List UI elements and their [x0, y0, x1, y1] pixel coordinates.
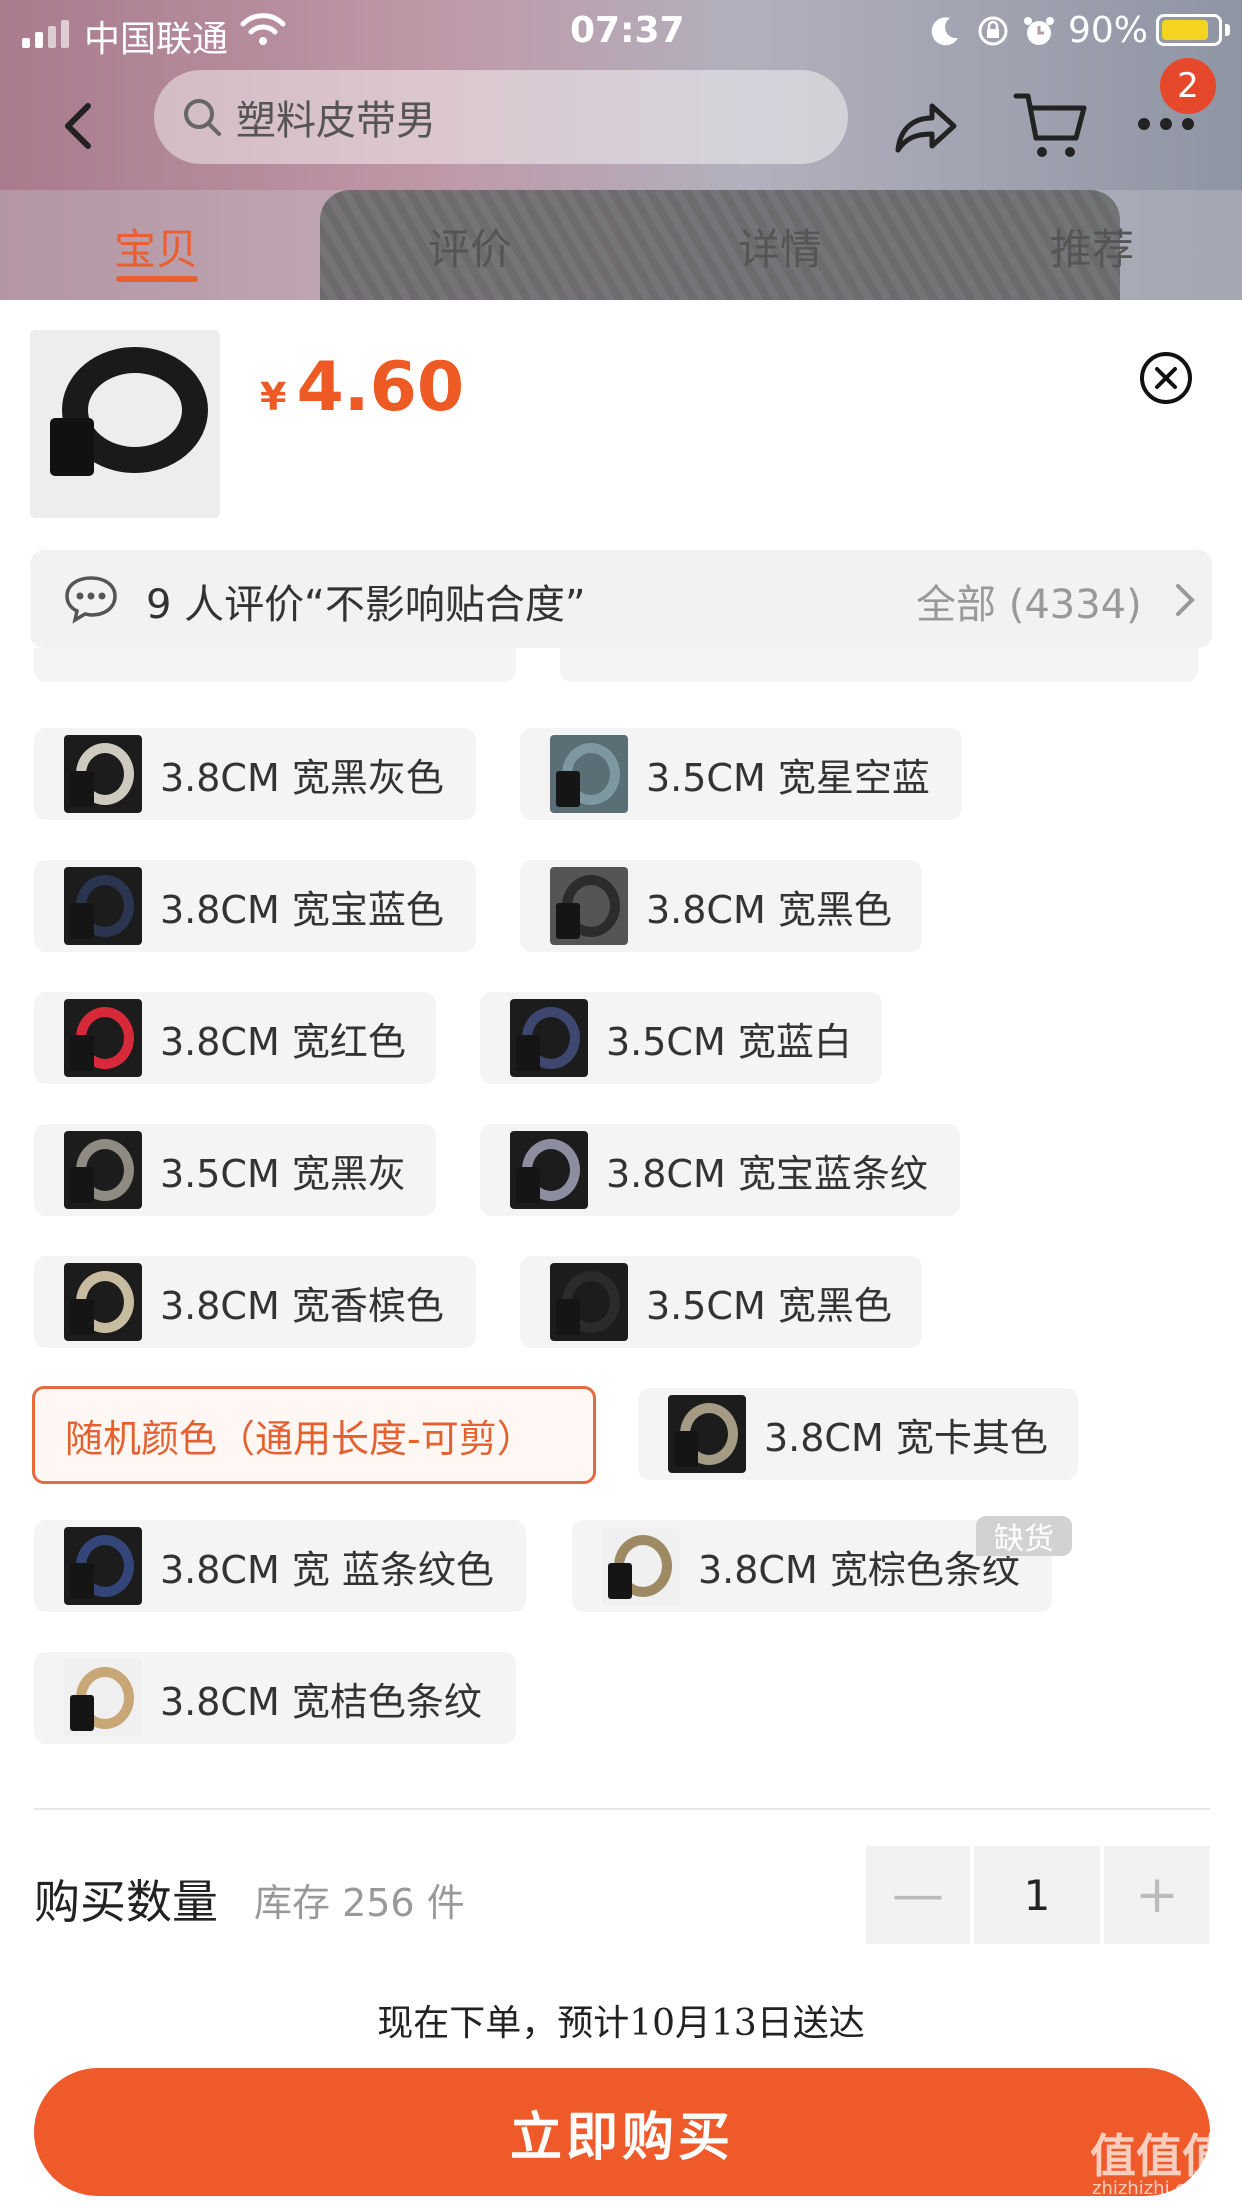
sku-swatch — [510, 999, 588, 1077]
quantity-input[interactable]: 1 — [974, 1846, 1100, 1944]
sku-swatch — [550, 1263, 628, 1341]
sku-option-label: 3.8CM 宽红色 — [160, 1019, 406, 1064]
sku-swatch — [668, 1395, 746, 1473]
sku-swatch — [64, 1659, 142, 1737]
sku-swatch — [550, 867, 628, 945]
sku-option[interactable]: 3.8CM 宽桔色条纹 — [34, 1652, 516, 1744]
sku-option[interactable]: 3.8CM 宽宝蓝条纹 — [480, 1124, 960, 1216]
buy-now-button[interactable]: 立即购买 — [34, 2068, 1210, 2196]
tab-reviews[interactable]: 评价 — [428, 216, 512, 277]
sku-option[interactable]: 3.8CM 宽黑色 — [520, 860, 922, 952]
sku-option-label: 3.8CM 宽宝蓝色 — [160, 887, 444, 932]
currency-symbol: ¥ — [260, 375, 287, 419]
sku-swatch — [64, 999, 142, 1077]
watermark: 值值值 — [1090, 2129, 1228, 2183]
moon-icon — [931, 17, 958, 46]
sku-option-label: 3.8CM 宽宝蓝条纹 — [606, 1151, 928, 1196]
rotation-lock-icon — [978, 16, 1008, 46]
delivery-estimate: 现在下单，预计10月13日送达 — [377, 2003, 865, 2044]
sku-swatch — [602, 1527, 680, 1605]
status-time: 07:37 — [570, 10, 685, 51]
battery-icon — [1156, 14, 1222, 46]
sku-option-label: 3.8CM 宽香槟色 — [160, 1283, 444, 1328]
out-of-stock-badge: 缺货 — [976, 1516, 1072, 1557]
sku-option[interactable]: 3.5CM 宽蓝白 — [480, 992, 882, 1084]
sku-option[interactable]: 3.8CM 宽卡其色 — [638, 1388, 1078, 1480]
sku-option-label: 3.5CM 宽黑色 — [646, 1283, 892, 1328]
sku-option-clipped[interactable] — [560, 648, 1198, 682]
cart-icon[interactable] — [1012, 86, 1090, 164]
sku-option[interactable]: 3.5CM 宽黑色 — [520, 1256, 922, 1348]
price-value: 4.60 — [296, 348, 465, 427]
battery-percent: 90% — [1068, 10, 1149, 51]
search-icon — [184, 99, 221, 136]
sku-swatch — [550, 735, 628, 813]
sku-option[interactable]: 3.8CM 宽 蓝条纹色 — [34, 1520, 526, 1612]
search-text: 塑料皮带男 — [236, 98, 436, 144]
chevron-right-icon — [1176, 584, 1195, 616]
sku-swatch — [64, 1263, 142, 1341]
quantity-label: 购买数量 — [34, 1875, 218, 1929]
sku-swatch — [64, 1527, 142, 1605]
sku-option-label: 3.8CM 宽桔色条纹 — [160, 1679, 482, 1724]
sku-option[interactable]: 3.5CM 宽星空蓝 — [520, 728, 962, 820]
wifi-icon — [240, 13, 286, 45]
sku-option-clipped[interactable] — [34, 648, 516, 682]
sku-swatch — [64, 867, 142, 945]
divider — [34, 1808, 1210, 1810]
sku-option-label: 3.8CM 宽 蓝条纹色 — [160, 1547, 494, 1592]
stock-count: 库存 256 件 — [254, 1881, 465, 1925]
sku-option-label: 3.5CM 宽蓝白 — [606, 1019, 852, 1064]
quantity-decrease-button[interactable]: — — [866, 1846, 970, 1944]
tab-product[interactable]: 宝贝 — [114, 216, 198, 277]
sku-swatch — [64, 1131, 142, 1209]
product-thumbnail — [30, 330, 220, 518]
sku-option-label: 3.8CM 宽棕色条纹 — [698, 1547, 1020, 1592]
sku-option-label: 3.8CM 宽黑灰色 — [160, 755, 444, 800]
alarm-icon — [1024, 17, 1054, 45]
share-icon[interactable] — [892, 92, 962, 162]
back-button[interactable] — [50, 96, 110, 156]
review-summary-text: 9 人评价“不影响贴合度” — [146, 582, 586, 628]
search-input[interactable]: 塑料皮带男 — [154, 70, 848, 164]
watermark-url: zhizhizhi.com — [1092, 2178, 1214, 2199]
product-price: ¥4.60 — [260, 348, 464, 427]
review-summary-bar[interactable]: 9 人评价“不影响贴合度” 全部 (4334) — [30, 550, 1212, 648]
sku-option-label: 随机颜色（通用长度-可剪） — [65, 1416, 535, 1461]
status-bar: 中国联通 07:37 90% — [0, 0, 1242, 62]
carrier-name: 中国联通 — [84, 19, 229, 60]
signal-icon — [22, 20, 69, 48]
active-tab-indicator — [116, 276, 198, 282]
sku-option-label: 3.8CM 宽卡其色 — [764, 1415, 1048, 1460]
sku-option[interactable]: 3.8CM 宽香槟色 — [34, 1256, 476, 1348]
tab-details[interactable]: 详情 — [738, 216, 822, 277]
sku-option[interactable]: 3.8CM 宽黑灰色 — [34, 728, 476, 820]
chat-bubble-icon — [65, 576, 117, 624]
close-icon[interactable] — [1138, 350, 1194, 406]
sku-swatch — [510, 1131, 588, 1209]
sku-option-label: 3.5CM 宽黑灰 — [160, 1151, 406, 1196]
sku-option[interactable]: 3.5CM 宽黑灰 — [34, 1124, 436, 1216]
sku-option-label: 3.8CM 宽黑色 — [646, 887, 892, 932]
sku-option-label: 3.5CM 宽星空蓝 — [646, 755, 930, 800]
all-reviews-link[interactable]: 全部 (4334) — [916, 572, 1142, 630]
sku-option-selected[interactable]: 随机颜色（通用长度-可剪） — [32, 1386, 596, 1484]
sku-option[interactable]: 3.8CM 宽红色 — [34, 992, 436, 1084]
sku-option[interactable]: 3.8CM 宽宝蓝色 — [34, 860, 476, 952]
message-count-badge: 2 — [1160, 58, 1216, 114]
sku-swatch — [64, 735, 142, 813]
tab-recommend[interactable]: 推荐 — [1050, 216, 1134, 277]
quantity-increase-button[interactable]: + — [1104, 1846, 1210, 1944]
